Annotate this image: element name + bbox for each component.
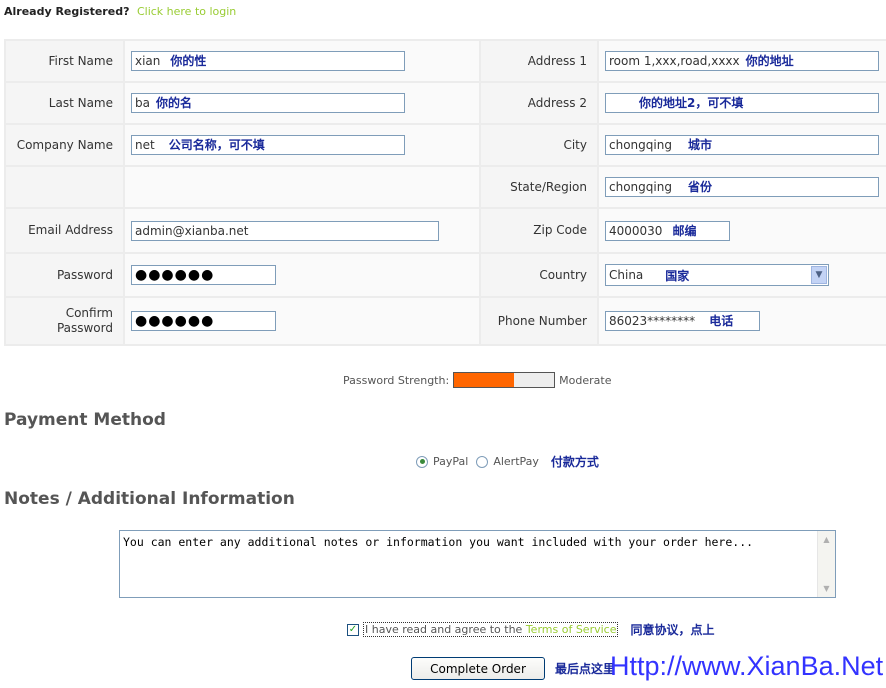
state-input[interactable]: chongqing 省份 xyxy=(605,177,879,197)
login-link[interactable]: Click here to login xyxy=(137,5,236,18)
address1-input[interactable]: room 1,xxx,road,xxxx 你的地址 xyxy=(605,51,879,71)
email-label: Email Address xyxy=(6,209,123,252)
password-strength: Password Strength: Moderate xyxy=(343,372,612,388)
country-value: China xyxy=(609,268,644,282)
address1-label: Address 1 xyxy=(481,41,597,81)
strength-label: Password Strength: xyxy=(343,373,450,387)
radio-selected-dot xyxy=(419,459,425,464)
password-label: Password xyxy=(6,254,123,296)
email-value: admin@xianba.net xyxy=(135,223,249,238)
country-label: Country xyxy=(481,254,597,296)
first-name-value: xian xyxy=(135,54,161,68)
terms-text: I have read and agree to the xyxy=(365,623,523,636)
city-label: City xyxy=(481,125,597,165)
alertpay-label[interactable]: AlertPay xyxy=(493,455,539,468)
confirm-password-value: ●●●●●● xyxy=(135,313,215,329)
first-name-input[interactable]: xian 你的性 xyxy=(131,51,405,71)
phone-label: Phone Number xyxy=(481,298,597,344)
watermark-text: Http://www.XianBa.Net xyxy=(610,651,884,681)
confirm-label-line2: Password xyxy=(56,321,113,335)
city-value: chongqing xyxy=(609,138,672,152)
terms-note: 同意协议，点上 xyxy=(630,623,715,637)
company-label: Company Name xyxy=(6,125,123,165)
phone-note: 电话 xyxy=(709,314,734,328)
payment-method-heading: Payment Method xyxy=(4,410,166,430)
strength-bar xyxy=(453,372,556,388)
submit-note: 最后点这里 xyxy=(555,662,616,676)
country-note: 国家 xyxy=(665,268,690,283)
notes-textarea[interactable]: You can enter any additional notes or in… xyxy=(119,530,836,598)
password-input[interactable]: ●●●●●● xyxy=(131,265,276,285)
terms-link[interactable]: Terms of Service xyxy=(526,623,617,636)
scroll-down-icon[interactable]: ▼ xyxy=(818,580,835,597)
chevron-down-icon[interactable]: ▼ xyxy=(811,266,827,284)
paypal-label[interactable]: PayPal xyxy=(433,455,468,468)
state-label: State/Region xyxy=(481,167,597,207)
terms-agreement: ✓ I have read and agree to the Terms of … xyxy=(347,621,715,638)
zip-value: 4000030 xyxy=(609,223,663,238)
address1-note: 你的地址 xyxy=(745,54,794,68)
confirm-label-line1: Confirm xyxy=(65,306,113,320)
company-value: net xyxy=(135,138,155,152)
last-name-note: 你的名 xyxy=(155,96,192,110)
first-name-note: 你的性 xyxy=(170,54,207,68)
strength-bar-fill xyxy=(454,373,515,387)
confirm-password-input[interactable]: ●●●●●● xyxy=(131,311,276,331)
phone-input[interactable]: 86023******** 电话 xyxy=(605,311,760,331)
company-input[interactable]: net 公司名称，可不填 xyxy=(131,135,405,155)
strength-level: Moderate xyxy=(559,373,612,387)
state-value: chongqing xyxy=(609,180,672,194)
login-prompt: Already Registered? Click here to login xyxy=(4,5,236,18)
empty-field-cell xyxy=(125,167,479,207)
company-note: 公司名称，可不填 xyxy=(168,138,265,152)
email-input[interactable]: admin@xianba.net xyxy=(131,220,439,241)
last-name-label: Last Name xyxy=(6,83,123,123)
zip-input[interactable]: 4000030 邮编 xyxy=(605,220,730,241)
first-name-label: First Name xyxy=(6,41,123,81)
city-input[interactable]: chongqing 城市 xyxy=(605,135,879,155)
alertpay-radio[interactable] xyxy=(476,455,489,468)
scroll-up-icon[interactable]: ▲ xyxy=(818,531,835,548)
already-registered-text: Already Registered? xyxy=(4,5,130,18)
address1-value: room 1,xxx,road,xxxx xyxy=(609,54,740,68)
last-name-value: ba xyxy=(135,96,150,110)
complete-order-button[interactable]: Complete Order xyxy=(411,657,545,680)
payment-note: 付款方式 xyxy=(550,455,599,469)
phone-value: 86023******** xyxy=(609,314,696,328)
zip-label: Zip Code xyxy=(481,209,597,252)
last-name-input[interactable]: ba 你的名 xyxy=(131,93,405,113)
notes-heading: Notes / Additional Information xyxy=(4,489,295,509)
password-value: ●●●●●● xyxy=(135,267,215,283)
address2-input[interactable]: 你的地址2，可不填 xyxy=(605,93,879,113)
notes-text: You can enter any additional notes or in… xyxy=(123,535,754,549)
terms-checkbox[interactable]: ✓ xyxy=(347,623,359,636)
payment-options: PayPal AlertPay 付款方式 xyxy=(416,453,599,470)
empty-label-cell xyxy=(6,167,123,207)
paypal-radio[interactable] xyxy=(416,455,428,468)
address2-label: Address 2 xyxy=(481,83,597,123)
zip-note: 邮编 xyxy=(672,223,697,238)
city-note: 城市 xyxy=(687,138,712,152)
country-select[interactable]: China 国家 ▼ xyxy=(605,264,829,286)
confirm-password-label: Confirm Password xyxy=(6,298,123,344)
notes-scrollbar[interactable]: ▲ ▼ xyxy=(817,531,835,597)
terms-label[interactable]: I have read and agree to the Terms of Se… xyxy=(363,622,619,637)
customer-details-table: First Name xian 你的性 Address 1 room 1,xxx… xyxy=(4,39,886,346)
address2-note: 你的地址2，可不填 xyxy=(639,96,744,110)
state-note: 省份 xyxy=(687,180,712,194)
